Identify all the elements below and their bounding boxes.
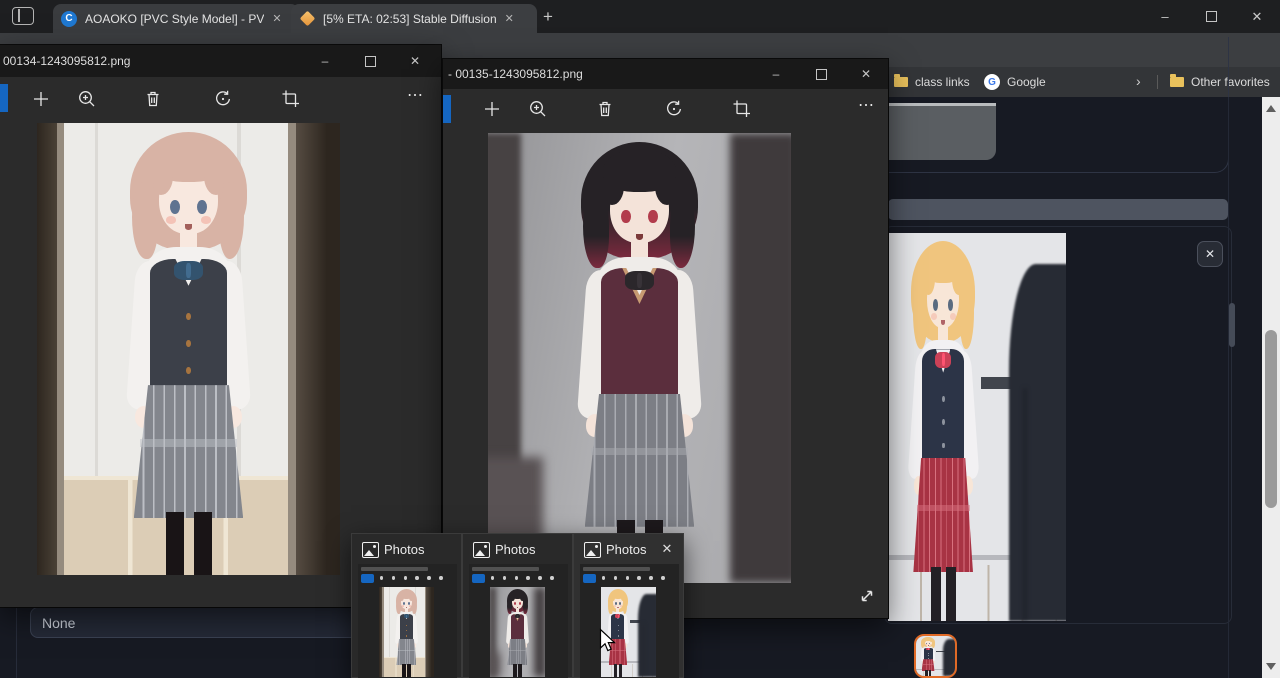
window-preview[interactable] — [358, 564, 457, 678]
photo-00134-image[interactable] — [37, 123, 340, 575]
tab-close-icon[interactable]: ✕ — [272, 12, 281, 25]
rotate-icon[interactable] — [212, 88, 234, 110]
close-preview-button[interactable]: ✕ — [1197, 241, 1223, 267]
maximize-button[interactable] — [798, 59, 844, 89]
add-icon[interactable] — [30, 88, 52, 110]
tab-civitai[interactable]: C AOAOKO [PVC Style Model] - PV ✕ — [53, 4, 299, 33]
panel-border — [16, 607, 17, 678]
photos-app-icon — [473, 542, 490, 558]
script-dropdown-value: None — [31, 615, 75, 631]
scroll-up-arrow[interactable] — [1266, 105, 1276, 112]
tab-actions-icon — [18, 9, 20, 22]
window-minimize-button[interactable]: – — [1142, 0, 1188, 33]
preview-app-label: Photos — [384, 542, 424, 557]
inner-scrollbar-thumb[interactable] — [1229, 303, 1235, 347]
scrollbar-thumb[interactable] — [1265, 330, 1277, 508]
photos-app-icon — [584, 542, 601, 558]
delete-icon[interactable] — [142, 88, 164, 110]
delete-icon[interactable] — [594, 98, 616, 120]
preview-close-icon[interactable]: ✕ — [658, 540, 676, 558]
gallery-thumbnail-selected[interactable] — [914, 634, 957, 678]
scroll-down-arrow[interactable] — [1266, 663, 1276, 670]
see-more-icon[interactable]: ⋯ — [855, 95, 877, 117]
window-preview[interactable] — [469, 564, 568, 678]
window-close-button[interactable]: ✕ — [1234, 0, 1280, 33]
photos-window-title: - 00135-1243095812.png — [448, 67, 583, 81]
see-all-photos-button[interactable] — [443, 95, 451, 123]
photos-window-title: 00134-1243095812.png — [3, 54, 130, 68]
taskbar-preview-flyout: Photos Photos Photos ✕ — [351, 533, 684, 678]
see-all-photos-button[interactable] — [0, 84, 8, 112]
see-more-icon[interactable]: ⋯ — [404, 85, 426, 107]
progress-bar — [888, 199, 1228, 220]
zoom-icon[interactable] — [76, 88, 98, 110]
mouse-cursor — [599, 628, 617, 654]
photo-00135-image[interactable] — [488, 133, 791, 583]
photos-app-icon — [362, 542, 379, 558]
minimize-button[interactable]: – — [753, 59, 799, 89]
photos-window-00134[interactable]: 00134-1243095812.png – ✕ ⋯ — [0, 45, 441, 607]
tab-title: [5% ETA: 02:53] Stable Diffusion — [323, 12, 497, 26]
rotate-icon[interactable] — [663, 98, 685, 120]
taskbar-preview-card[interactable]: Photos — [462, 533, 573, 678]
zoom-icon[interactable] — [527, 98, 549, 120]
tab-title: AOAOKO [PVC Style Model] - PV — [85, 12, 264, 26]
maximize-icon — [365, 56, 376, 67]
new-tab-button[interactable]: + — [536, 5, 560, 29]
screen: C AOAOKO [PVC Style Model] - PV ✕ [5% ET… — [0, 0, 1280, 678]
close-button[interactable]: ✕ — [843, 59, 889, 89]
tab-close-icon[interactable]: ✕ — [505, 12, 514, 25]
tab-stable-diffusion[interactable]: [5% ETA: 02:53] Stable Diffusion ✕ — [291, 4, 537, 33]
expand-icon[interactable] — [856, 585, 878, 607]
photos-toolbar: ⋯ — [443, 89, 888, 133]
close-button[interactable]: ✕ — [392, 45, 438, 77]
photos-titlebar[interactable]: - 00135-1243095812.png – ✕ — [443, 59, 888, 89]
maximize-icon — [816, 69, 827, 80]
photos-toolbar: ⋯ — [0, 77, 441, 123]
preview-app-label: Photos — [606, 542, 646, 557]
panel-edge — [1228, 97, 1229, 678]
page-scrollbar[interactable] — [1262, 97, 1280, 678]
thumbnail-image — [916, 636, 955, 676]
add-icon[interactable] — [481, 98, 503, 120]
restore-icon — [1206, 11, 1217, 22]
maximize-button[interactable] — [347, 45, 393, 77]
crop-icon[interactable] — [280, 88, 302, 110]
window-preview[interactable] — [580, 564, 679, 678]
photos-titlebar[interactable]: 00134-1243095812.png – ✕ — [0, 45, 441, 77]
gray-box — [889, 103, 996, 160]
taskbar-preview-card[interactable]: Photos — [351, 533, 462, 678]
civitai-favicon: C — [61, 11, 77, 27]
tab-actions-button[interactable] — [12, 7, 34, 25]
crop-icon[interactable] — [731, 98, 753, 120]
generated-image[interactable] — [888, 233, 1066, 621]
minimize-button[interactable]: – — [302, 45, 348, 77]
taskbar-preview-card-hovered[interactable]: Photos ✕ — [573, 533, 684, 678]
window-restore-button[interactable] — [1188, 0, 1234, 33]
browser-tab-bar: C AOAOKO [PVC Style Model] - PV ✕ [5% ET… — [0, 0, 1280, 33]
gradio-favicon — [300, 11, 316, 27]
preview-app-label: Photos — [495, 542, 535, 557]
